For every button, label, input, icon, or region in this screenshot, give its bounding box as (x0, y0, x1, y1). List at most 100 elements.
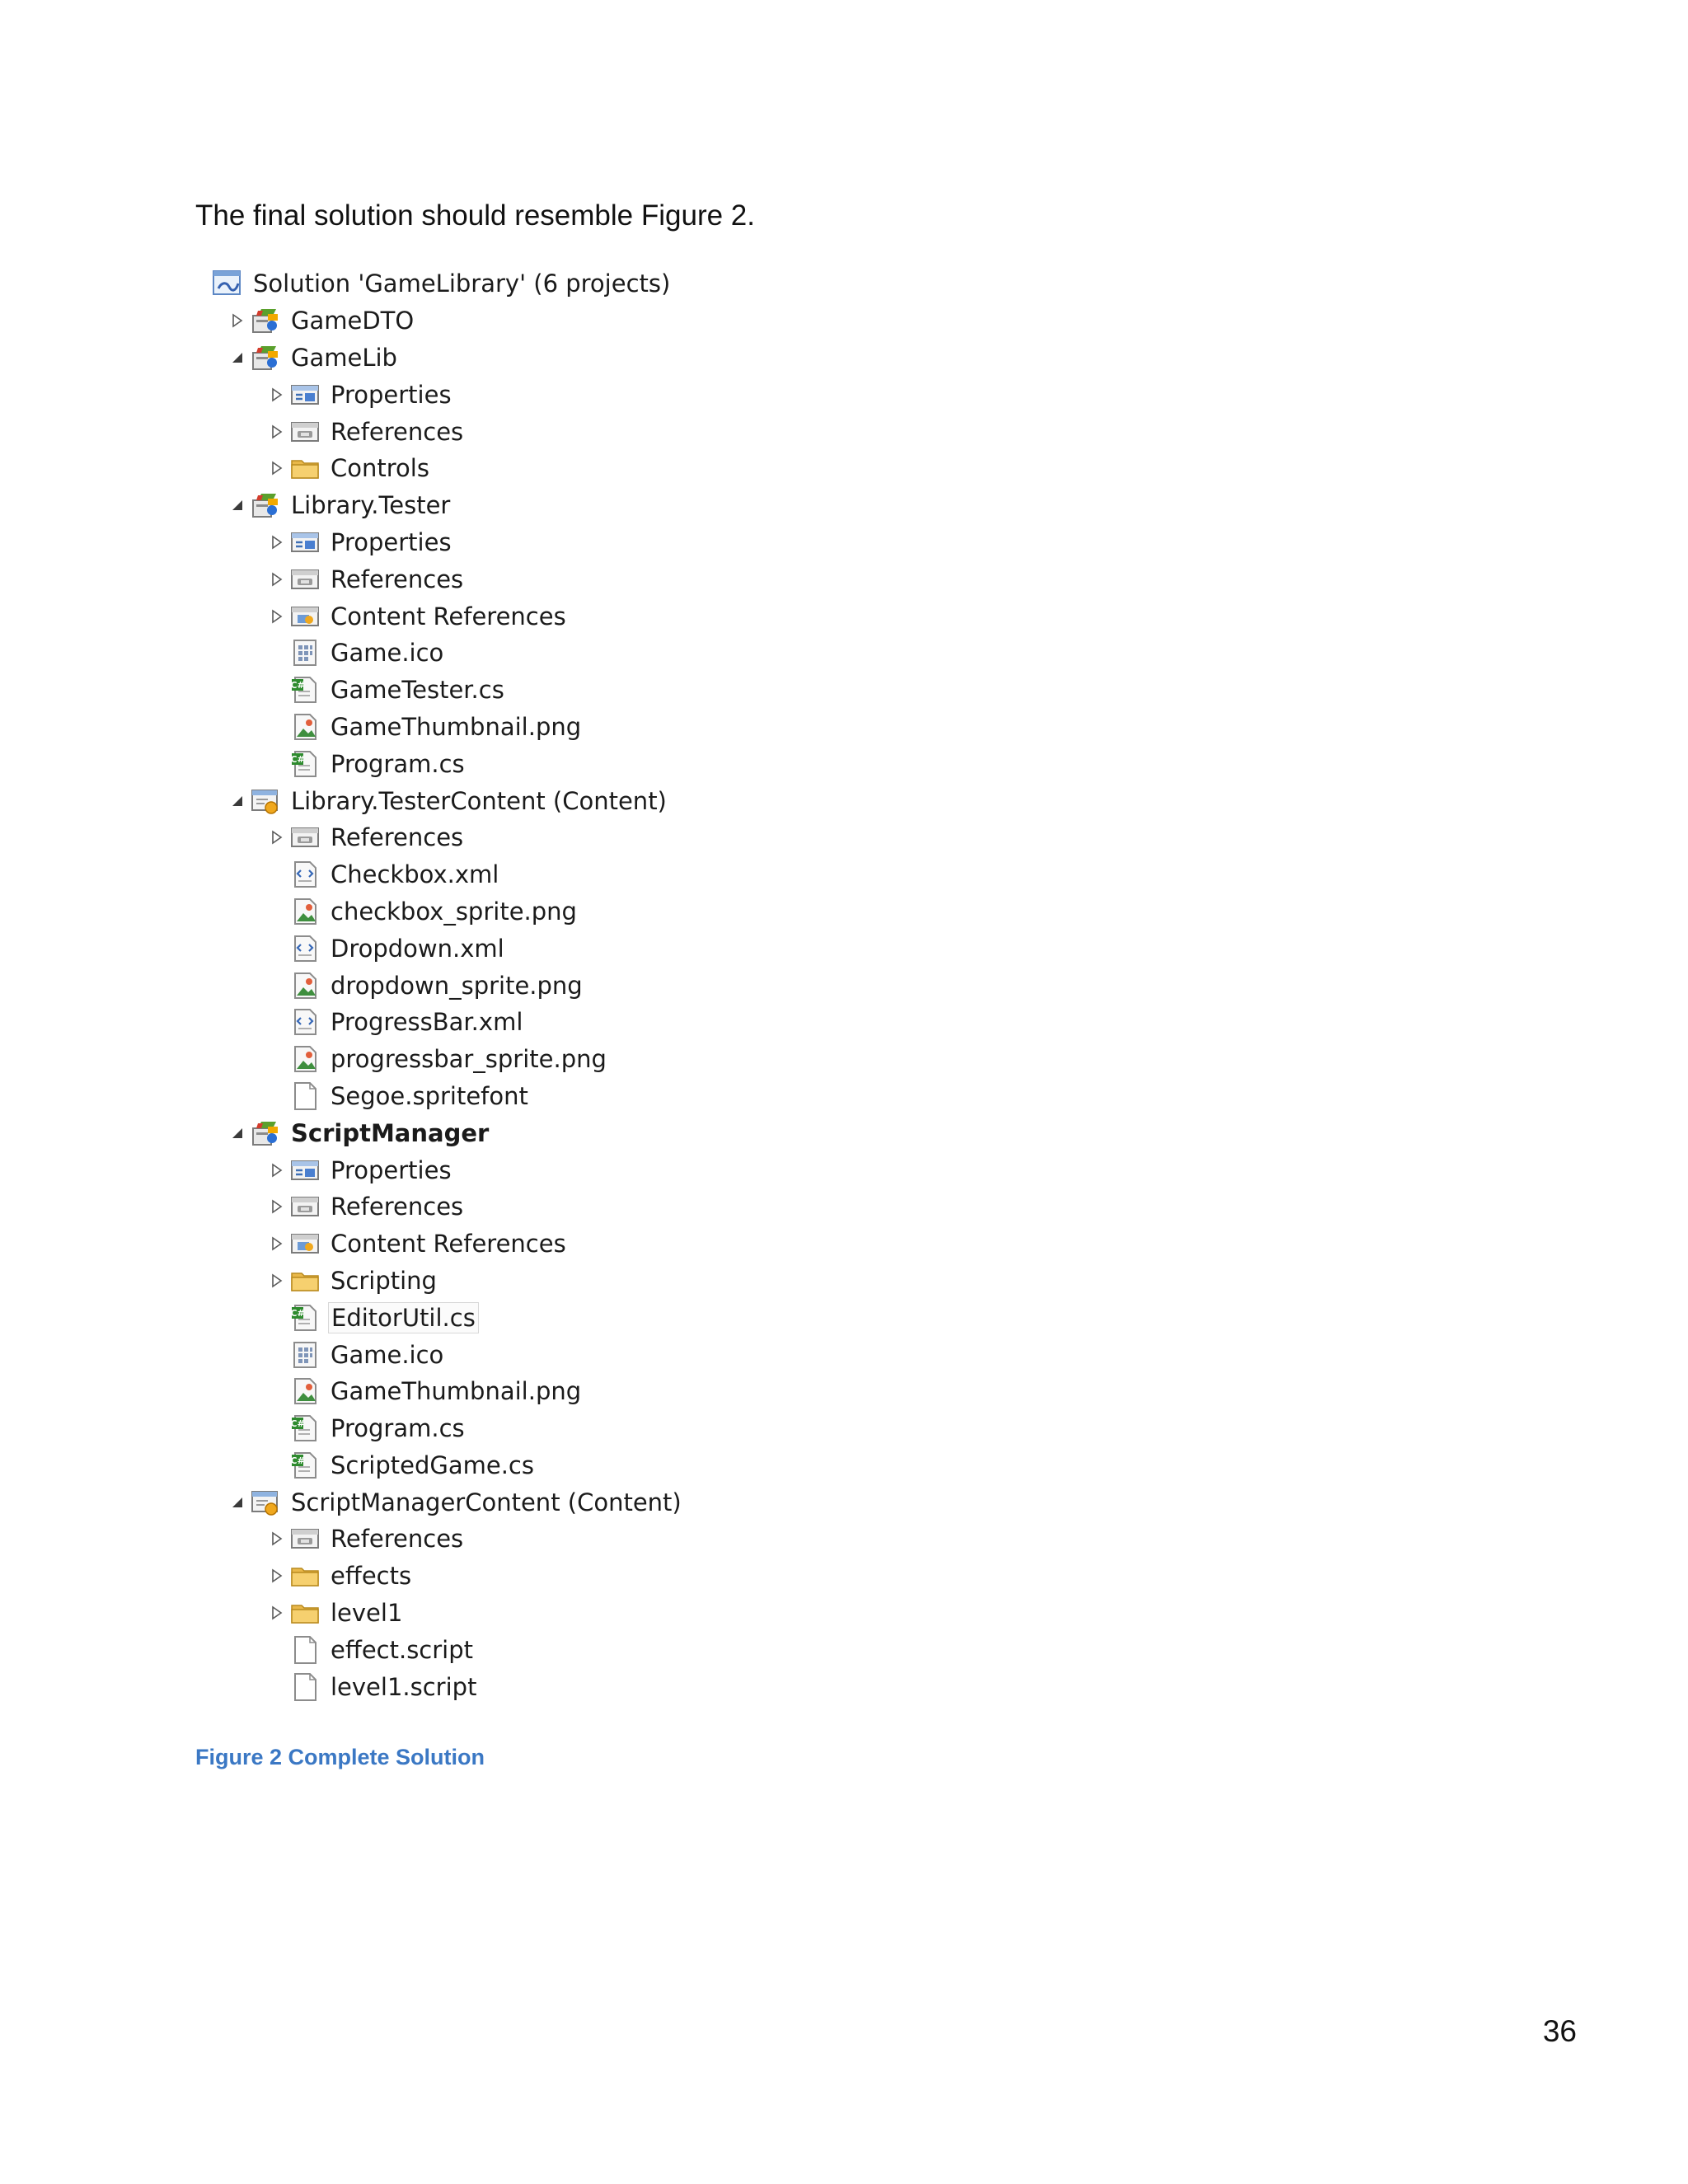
tree-item-label: Properties (331, 380, 452, 409)
tree-item[interactable]: C# Program.cs (206, 1410, 948, 1447)
tree-item[interactable]: Segoe.spritefont (206, 1078, 948, 1115)
tree-item-label: References (331, 823, 464, 852)
tree-item[interactable]: Game.ico (206, 1336, 948, 1373)
tree-item[interactable]: GameDTO (206, 302, 948, 340)
solution-icon (211, 267, 244, 300)
tree-item[interactable]: ScriptManager (206, 1114, 948, 1151)
collapse-arrow-icon[interactable] (226, 1491, 249, 1514)
tree-item-label: effect.script (331, 1635, 474, 1664)
page-number: 36 (1542, 2014, 1577, 2048)
csharp-file-icon: C# (288, 673, 321, 706)
tree-item[interactable]: Checkbox.xml (206, 856, 948, 893)
tree-item[interactable]: References (206, 1521, 948, 1558)
tree-item[interactable]: effects (206, 1558, 948, 1595)
content-references-icon (288, 600, 321, 633)
tree-item[interactable]: Game.ico (206, 635, 948, 672)
tree-item[interactable]: Library.Tester (206, 487, 948, 524)
tree-item[interactable]: level1.script (206, 1668, 948, 1705)
tree-item[interactable]: References (206, 819, 948, 856)
expand-arrow-icon[interactable] (265, 826, 288, 849)
tree-item[interactable]: Properties (206, 376, 948, 413)
tree-item[interactable]: C# ScriptedGame.cs (206, 1447, 948, 1484)
tree-item-label: Program.cs (331, 1414, 465, 1443)
tree-item[interactable]: level1 (206, 1595, 948, 1632)
document-page: The final solution should resemble Figur… (0, 0, 1688, 2184)
folder-icon (288, 1596, 321, 1629)
toggle-spacer (265, 641, 288, 664)
toggle-spacer (265, 1010, 288, 1033)
tree-item[interactable]: Content References (206, 598, 948, 635)
tree-item-label: Checkbox.xml (331, 860, 499, 889)
tree-item[interactable]: GameThumbnail.png (206, 709, 948, 746)
tree-item[interactable]: effect.script (206, 1631, 948, 1668)
tree-item[interactable]: C# GameTester.cs (206, 672, 948, 709)
expand-arrow-icon[interactable] (265, 1269, 288, 1292)
expand-arrow-icon[interactable] (265, 457, 288, 480)
expand-arrow-icon[interactable] (226, 309, 249, 332)
tree-item[interactable]: C# EditorUtil.cs (206, 1299, 948, 1336)
tree-item[interactable]: References (206, 413, 948, 450)
expand-arrow-icon[interactable] (265, 1159, 288, 1182)
xml-file-icon (288, 932, 321, 965)
collapse-arrow-icon[interactable] (226, 1122, 249, 1145)
svg-text:C#: C# (290, 1308, 304, 1319)
tree-item[interactable]: checkbox_sprite.png (206, 893, 948, 930)
tree-item[interactable]: Scripting (206, 1263, 948, 1300)
tree-item[interactable]: ScriptManagerContent (Content) (206, 1483, 948, 1521)
svg-text:C#: C# (290, 1418, 304, 1429)
toggle-spacer (265, 1454, 288, 1477)
tree-item-label: References (331, 417, 464, 446)
tree-item-label: References (331, 565, 464, 593)
tree-item[interactable]: Controls (206, 450, 948, 487)
expand-arrow-icon[interactable] (265, 383, 288, 406)
tree-item[interactable]: ProgressBar.xml (206, 1004, 948, 1041)
tree-item[interactable]: Solution 'GameLibrary' (6 projects) (206, 265, 948, 302)
tree-item[interactable]: References (206, 560, 948, 598)
csharp-file-icon: C# (288, 1412, 321, 1445)
svg-text:C#: C# (290, 1455, 304, 1466)
image-file-icon (288, 1043, 321, 1076)
tree-item-label: ScriptManager (291, 1118, 490, 1147)
tree-item[interactable]: Properties (206, 524, 948, 561)
xml-file-icon (288, 1005, 321, 1038)
tree-item[interactable]: progressbar_sprite.png (206, 1041, 948, 1078)
tree-item[interactable]: GameThumbnail.png (206, 1373, 948, 1410)
tree-item[interactable]: Properties (206, 1151, 948, 1188)
tree-item-label: ScriptManagerContent (Content) (291, 1488, 682, 1516)
solution-explorer-tree: Solution 'GameLibrary' (6 projects) GameD… (206, 265, 948, 1705)
tree-item-label: ProgressBar.xml (331, 1008, 523, 1037)
tree-item-label: Segoe.spritefont (331, 1081, 528, 1110)
references-icon (288, 1522, 321, 1555)
toggle-spacer (265, 863, 288, 886)
tree-item-label: Solution 'GameLibrary' (6 projects) (253, 269, 671, 298)
expand-arrow-icon[interactable] (265, 531, 288, 554)
expand-arrow-icon[interactable] (265, 568, 288, 591)
properties-icon (288, 378, 321, 411)
toggle-spacer (265, 1675, 288, 1699)
tree-item-label: Properties (331, 527, 452, 556)
tree-item[interactable]: References (206, 1188, 948, 1226)
collapse-arrow-icon[interactable] (226, 346, 249, 369)
tree-item[interactable]: Library.TesterContent (Content) (206, 782, 948, 819)
csharp-file-icon: C# (288, 748, 321, 780)
collapse-arrow-icon[interactable] (226, 494, 249, 517)
toggle-spacer (265, 752, 288, 776)
tree-item[interactable]: GameLib (206, 340, 948, 377)
tree-item-label: level1.script (331, 1672, 477, 1701)
expand-arrow-icon[interactable] (265, 1232, 288, 1255)
image-file-icon (288, 710, 321, 743)
image-file-icon (288, 1375, 321, 1408)
collapse-arrow-icon[interactable] (226, 790, 249, 813)
tree-item[interactable]: C# Program.cs (206, 745, 948, 782)
tree-item[interactable]: dropdown_sprite.png (206, 967, 948, 1004)
expand-arrow-icon[interactable] (265, 1527, 288, 1550)
expand-arrow-icon[interactable] (265, 1564, 288, 1587)
expand-arrow-icon[interactable] (265, 1601, 288, 1624)
tree-item[interactable]: Dropdown.xml (206, 930, 948, 967)
expand-arrow-icon[interactable] (265, 605, 288, 628)
toggle-spacer (265, 1085, 288, 1108)
tree-item[interactable]: Content References (206, 1226, 948, 1263)
expand-arrow-icon[interactable] (265, 1195, 288, 1218)
figure-caption: Figure 2 Complete Solution (195, 1745, 485, 1769)
expand-arrow-icon[interactable] (265, 420, 288, 443)
